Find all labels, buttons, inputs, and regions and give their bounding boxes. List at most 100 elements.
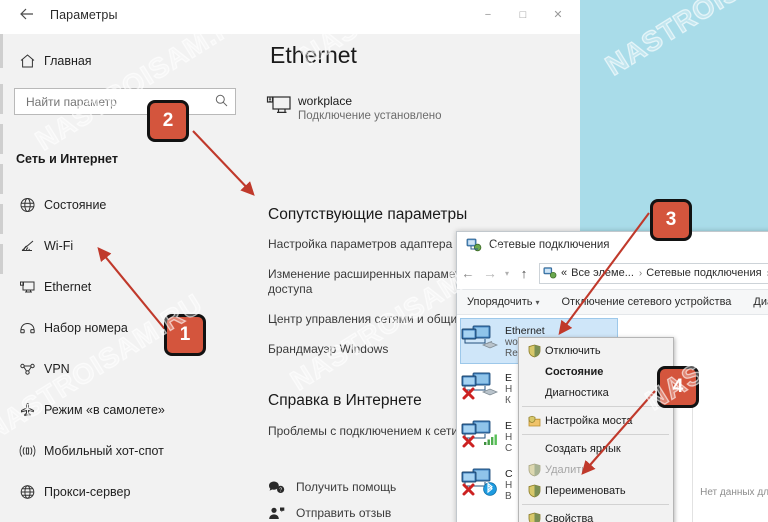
settings-titlebar: Параметры − □ ✕: [0, 0, 580, 34]
airplane-icon: [10, 393, 44, 427]
send-feedback-label: Отправить отзыв: [296, 506, 392, 520]
sidebar-item-wifi[interactable]: Wi-Fi: [10, 227, 248, 265]
sidebar-item-airplane-mode[interactable]: Режим «в самолете»: [10, 391, 248, 429]
minimize-button[interactable]: −: [468, 0, 508, 30]
back-arrow-icon[interactable]: [14, 6, 38, 28]
sidebar-item-dialup[interactable]: Набор номера: [10, 309, 248, 347]
close-button[interactable]: ✕: [538, 0, 578, 30]
shield-icon: [523, 484, 545, 498]
up-icon[interactable]: ↑: [513, 266, 535, 281]
context-menu-item-disable[interactable]: Отключить: [519, 340, 673, 361]
sidebar-item-dialup-label: Набор номера: [44, 321, 128, 335]
annotation-badge-3: 3: [650, 199, 692, 241]
context-menu-item-bridge[interactable]: Настройка моста: [519, 410, 673, 431]
related-settings-heading: Сопутствующие параметры: [268, 206, 468, 223]
context-menu-item-disable-label: Отключить: [545, 344, 601, 357]
send-feedback-action[interactable]: Отправить отзыв: [268, 502, 391, 522]
wifi-icon: [10, 229, 44, 263]
bluetooth-disconnected-icon: [461, 466, 505, 506]
breadcrumb-separator[interactable]: ›: [639, 268, 642, 279]
list-item-network: Н: [505, 480, 513, 491]
list-item-name: Ethernet: [505, 325, 545, 337]
list-item-adapter: В: [505, 491, 512, 502]
status-icon: [10, 188, 44, 222]
sidebar-nav-list: Состояние Wi-Fi Ethernet Набор номера VP…: [0, 186, 252, 514]
context-menu-separator: [522, 504, 669, 505]
sidebar-item-vpn-label: VPN: [44, 362, 70, 376]
settings-window-title: Параметры: [50, 8, 118, 22]
shield-folder-icon: [523, 414, 545, 428]
ethernet-disconnected-icon: [461, 370, 505, 410]
breadcrumb-network-connections[interactable]: Сетевые подключения: [646, 267, 761, 279]
sidebar-item-mobile-hotspot-label: Мобильный хот-спот: [44, 444, 164, 458]
annotation-badge-2: 2: [147, 100, 189, 142]
toolbar-diagnose-button[interactable]: Диагности: [753, 296, 768, 308]
context-menu-item-status[interactable]: Состояние: [519, 361, 673, 382]
search-box[interactable]: [14, 88, 236, 115]
maximize-button[interactable]: □: [503, 0, 543, 30]
connection-name: workplace: [298, 94, 353, 108]
context-menu-separator: [522, 406, 669, 407]
list-item-adapter: К: [505, 395, 511, 406]
details-pane-empty-text: Нет данных дл: [700, 487, 768, 498]
context-menu-item-create-shortcut-label: Создать ярлык: [545, 442, 621, 455]
shield-icon: [523, 463, 545, 477]
online-help-heading: Справка в Интернете: [268, 392, 422, 409]
address-bar[interactable]: « Все элеме... › Сетевые подключения ›: [539, 262, 768, 284]
sidebar-item-proxy[interactable]: Прокси-сервер: [10, 473, 248, 511]
search-icon[interactable]: [215, 94, 228, 110]
context-menu-item-create-shortcut[interactable]: Создать ярлык: [519, 438, 673, 459]
context-menu: Отключить Состояние Диагностика Настройк…: [518, 337, 674, 522]
sidebar-item-mobile-hotspot[interactable]: Мобильный хот-спот: [10, 432, 248, 470]
list-item-name: E: [505, 372, 513, 384]
context-menu-item-rename[interactable]: Переименовать: [519, 480, 673, 501]
breadcrumb-all-items[interactable]: Все элеме...: [571, 267, 634, 279]
context-menu-item-properties[interactable]: Свойства: [519, 508, 673, 522]
list-item-name: С: [505, 468, 513, 480]
sidebar-item-ethernet[interactable]: Ethernet: [10, 268, 248, 306]
shield-icon: [523, 512, 545, 522]
context-menu-item-diagnose[interactable]: Диагностика: [519, 382, 673, 403]
pane-divider: [692, 400, 693, 522]
settings-sidebar: Главная Сеть и Интернет: [0, 34, 252, 522]
wifi-disconnected-icon: [461, 418, 505, 458]
explorer-titlebar: Сетевые подключения: [457, 232, 768, 258]
context-menu-item-delete-label: Удалить: [545, 463, 587, 476]
sidebar-item-ethernet-label: Ethernet: [44, 280, 92, 294]
back-icon[interactable]: ←: [457, 265, 479, 281]
sidebar-item-proxy-label: Прокси-сервер: [44, 485, 131, 499]
explorer-window-title: Сетевые подключения: [489, 239, 610, 251]
sidebar-item-vpn[interactable]: VPN: [10, 350, 248, 388]
toolbar-disable-device-button[interactable]: Отключение сетевого устройства: [561, 296, 731, 308]
get-help-label: Получить помощь: [296, 480, 397, 494]
breadcrumb-chevrons[interactable]: «: [561, 267, 567, 279]
watermark-text: NASTROISAM.RU: [599, 0, 768, 82]
sidebar-item-home-label: Главная: [44, 54, 92, 68]
address-bar-icon: [543, 266, 557, 280]
help-balloon-icon: ?: [268, 480, 296, 495]
toolbar-organize-button[interactable]: Упорядочить ▾: [467, 296, 539, 308]
hotspot-icon: [10, 434, 44, 468]
context-menu-separator: [522, 434, 669, 435]
context-menu-item-status-label: Состояние: [545, 365, 604, 378]
context-menu-item-diagnose-label: Диагностика: [545, 386, 609, 399]
ethernet-connected-icon: [461, 323, 505, 363]
list-item-network: Н: [505, 432, 513, 443]
get-help-action[interactable]: ? Получить помощь: [268, 476, 396, 498]
explorer-toolbar: Упорядочить ▾ Отключение сетевого устройс…: [457, 289, 768, 315]
context-menu-item-bridge-label: Настройка моста: [545, 414, 633, 427]
vpn-icon: [10, 352, 44, 386]
chevron-down-icon[interactable]: ▾: [535, 298, 539, 307]
ethernet-connection-block[interactable]: workplace Подключение установлено: [266, 92, 441, 122]
ethernet-monitor-icon: [266, 92, 298, 122]
recent-locations-icon[interactable]: ▾: [501, 269, 513, 278]
home-icon: [10, 44, 44, 78]
toolbar-organize-label: Упорядочить: [467, 296, 533, 308]
page-title: Ethernet: [270, 42, 357, 68]
sidebar-item-status[interactable]: Состояние: [10, 186, 248, 224]
sidebar-item-home[interactable]: Главная: [10, 42, 248, 80]
context-menu-item-rename-label: Переименовать: [545, 484, 626, 497]
list-item-network: Н: [505, 384, 513, 395]
forward-icon[interactable]: →: [479, 265, 501, 281]
screenshot-root: Параметры − □ ✕ Главная Найти параметр С…: [0, 0, 768, 522]
